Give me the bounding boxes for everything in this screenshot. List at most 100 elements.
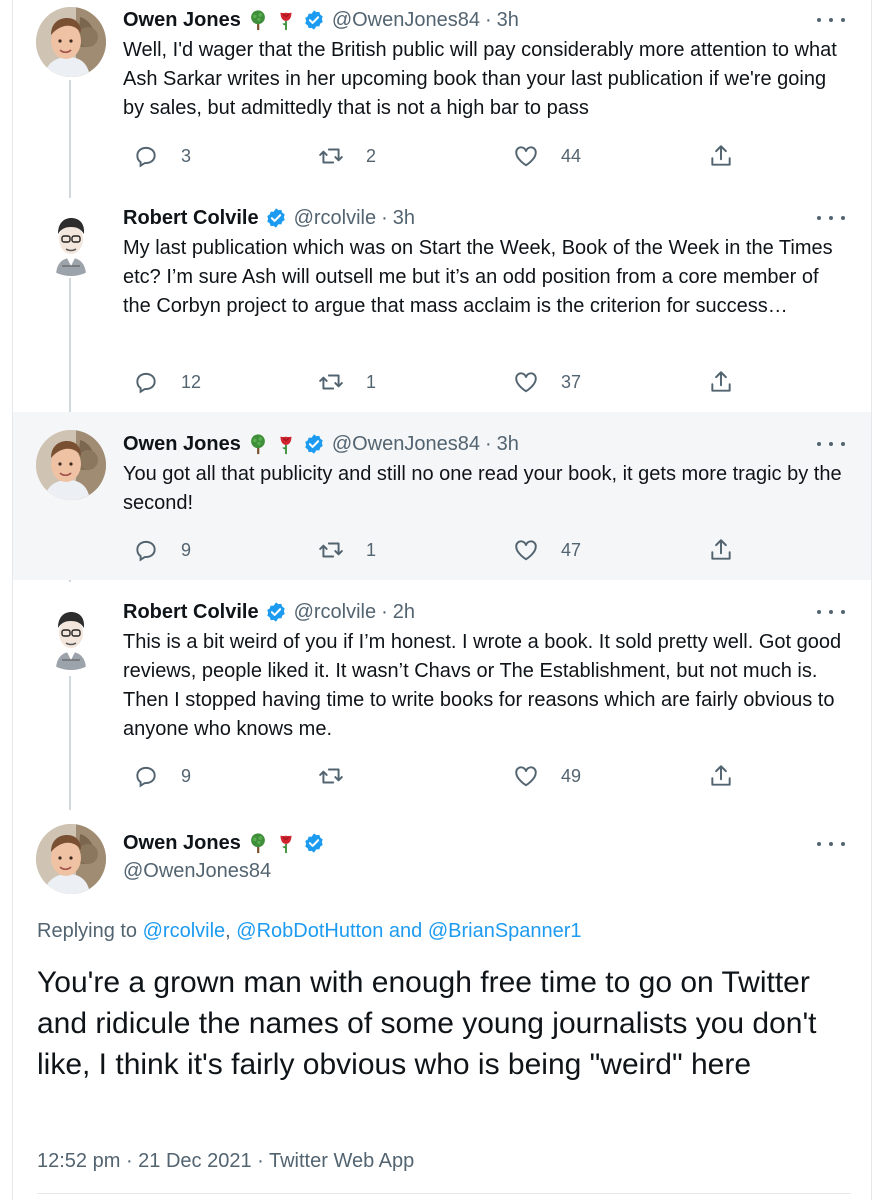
replying-and[interactable]: and <box>383 920 427 942</box>
tweet-header: Owen Jones @OwenJones84 · 3h <box>123 429 871 459</box>
retweet-count: 1 <box>366 371 377 392</box>
verified-badge-icon <box>303 9 325 31</box>
verified-badge-icon <box>303 433 325 455</box>
tweet[interactable]: Owen Jones @OwenJones84 · 3h Well, I'd w… <box>13 0 871 190</box>
reply-button[interactable]: 3 <box>133 143 191 169</box>
reply-button[interactable]: 12 <box>133 369 201 395</box>
reply-button[interactable]: 9 <box>133 763 191 789</box>
timestamp[interactable]: 3h <box>393 207 415 230</box>
rose-emoji-icon <box>275 832 297 854</box>
separator: · <box>484 432 492 455</box>
replying-prefix: Replying to <box>37 920 143 942</box>
like-button[interactable]: 49 <box>513 763 581 789</box>
like-count: 44 <box>561 145 582 166</box>
tweet-text: My last publication which was on Start t… <box>123 237 833 317</box>
verified-badge-icon <box>265 601 287 623</box>
action-bar: 9 1 47 <box>123 536 763 564</box>
right-border <box>871 0 872 1200</box>
avatar[interactable] <box>36 206 106 276</box>
share-button[interactable] <box>708 369 756 395</box>
like-button[interactable]: 44 <box>513 143 581 169</box>
share-icon <box>708 143 734 169</box>
more-options-icon[interactable] <box>817 834 845 854</box>
share-icon <box>708 537 734 563</box>
handle[interactable]: @rcolvile <box>294 601 377 624</box>
reply-count: 9 <box>181 539 192 560</box>
avatar[interactable] <box>36 824 106 894</box>
tree-emoji-icon <box>247 9 269 31</box>
retweet-count: 1 <box>366 539 377 560</box>
action-bar: 9 49 <box>123 762 763 790</box>
more-options-icon[interactable] <box>817 10 845 30</box>
handle[interactable]: @rcolvile <box>294 207 377 230</box>
like-count: 49 <box>561 765 582 786</box>
like-button[interactable]: 37 <box>513 369 581 395</box>
share-button[interactable] <box>708 143 756 169</box>
retweet-icon <box>318 369 344 395</box>
timestamp[interactable]: 3h <box>497 433 519 456</box>
mention-link[interactable]: @BrianSpanner1 <box>428 920 582 942</box>
share-button[interactable] <box>708 763 756 789</box>
reply-button[interactable]: 9 <box>133 537 191 563</box>
replying-comma: , <box>225 920 237 942</box>
retweet-button[interactable]: 2 <box>318 143 376 169</box>
tree-emoji-icon <box>247 433 269 455</box>
tweet-text: This is a bit weird of you if I’m honest… <box>123 631 842 740</box>
like-button[interactable]: 47 <box>513 537 581 563</box>
retweet-button[interactable]: 1 <box>318 537 376 563</box>
more-options-icon[interactable] <box>817 434 845 454</box>
separator: · <box>381 206 388 229</box>
action-bar: 3 2 44 <box>123 142 763 170</box>
display-name[interactable]: Robert Colvile <box>123 207 259 230</box>
heart-icon <box>513 537 539 563</box>
reply-icon <box>133 537 159 563</box>
retweet-count: 2 <box>366 145 377 166</box>
tweet-header: Owen Jones <box>123 828 871 858</box>
verified-badge-icon <box>265 207 287 229</box>
tweet-header: Owen Jones @OwenJones84 · 3h <box>123 5 871 35</box>
handle[interactable]: @OwenJones84 <box>123 860 271 883</box>
tweet-header: Robert Colvile @rcolvile · 2h <box>123 597 871 627</box>
more-options-icon[interactable] <box>817 602 845 622</box>
avatar[interactable] <box>36 600 106 670</box>
reply-icon <box>133 369 159 395</box>
tweet[interactable]: Robert Colvile @rcolvile · 3h My last pu… <box>13 190 871 412</box>
avatar[interactable] <box>36 7 106 77</box>
rose-emoji-icon <box>275 433 297 455</box>
mention-link[interactable]: @rcolvile <box>143 920 226 942</box>
display-name[interactable]: Robert Colvile <box>123 601 259 624</box>
handle[interactable]: @OwenJones84 <box>332 433 480 456</box>
reply-count: 9 <box>181 765 192 786</box>
timestamp[interactable]: 3h <box>497 9 519 32</box>
mention-link[interactable]: @RobDotHutton <box>236 920 383 942</box>
tree-emoji-icon <box>247 832 269 854</box>
replying-to: Replying to @rcolvile, @RobDotHutton and… <box>37 920 582 943</box>
like-count: 47 <box>561 539 582 560</box>
share-button[interactable] <box>708 537 756 563</box>
tweet-text: Well, I'd wager that the British public … <box>123 39 837 119</box>
timestamp[interactable]: 2h <box>393 601 415 624</box>
tweet[interactable]: Owen Jones @OwenJones84 · 3h You got all… <box>13 412 871 580</box>
share-icon <box>708 763 734 789</box>
more-options-icon[interactable] <box>817 208 845 228</box>
main-tweet: Owen Jones @OwenJones84 Replying to @rco… <box>13 808 871 1200</box>
reply-icon <box>133 763 159 789</box>
retweet-button[interactable]: 1 <box>318 369 376 395</box>
heart-icon <box>513 369 539 395</box>
share-icon <box>708 369 734 395</box>
verified-badge-icon <box>303 832 325 854</box>
handle[interactable]: @OwenJones84 <box>332 9 480 32</box>
display-name[interactable]: Owen Jones <box>123 9 241 32</box>
heart-icon <box>513 143 539 169</box>
tweet-timestamp[interactable]: 12:52 pm · 21 Dec 2021 · Twitter Web App <box>37 1150 414 1173</box>
rose-emoji-icon <box>275 9 297 31</box>
reply-count: 3 <box>181 145 192 166</box>
display-name[interactable]: Owen Jones <box>123 832 241 855</box>
retweet-button[interactable] <box>318 763 366 789</box>
retweet-icon <box>318 143 344 169</box>
retweet-icon <box>318 763 344 789</box>
reply-icon <box>133 143 159 169</box>
tweet[interactable]: Robert Colvile @rcolvile · 2h This is a … <box>13 580 871 808</box>
avatar[interactable] <box>36 430 106 500</box>
display-name[interactable]: Owen Jones <box>123 433 241 456</box>
